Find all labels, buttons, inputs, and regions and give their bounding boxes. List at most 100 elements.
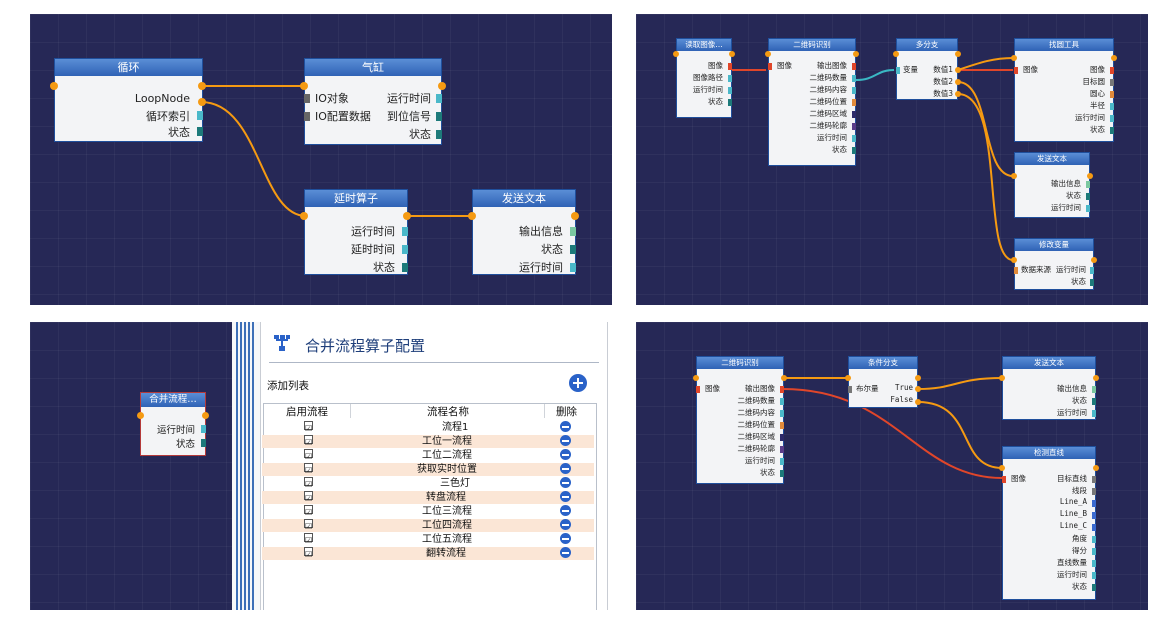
port-gray[interactable] — [848, 386, 852, 393]
port-blue[interactable] — [1092, 512, 1096, 519]
delete-button[interactable] — [560, 547, 571, 558]
port-out[interactable] — [198, 82, 206, 90]
port-purple[interactable] — [852, 123, 856, 130]
port-in[interactable] — [999, 465, 1005, 471]
port-dark[interactable] — [402, 263, 408, 272]
port-out[interactable] — [781, 375, 787, 381]
node-cylinder[interactable]: 气缸 IO对象 运行时间 IO配置数据 到位信号 状态 — [304, 58, 442, 145]
port-out[interactable] — [1111, 55, 1117, 61]
port-dark[interactable] — [780, 470, 784, 477]
port-in[interactable] — [300, 82, 308, 90]
enable-checkbox[interactable]: ☑ — [304, 547, 313, 559]
port-out[interactable] — [955, 51, 961, 57]
port-dark[interactable] — [1110, 127, 1114, 134]
port-red[interactable] — [852, 63, 856, 70]
port-out[interactable] — [1093, 375, 1099, 381]
delete-button[interactable] — [560, 519, 571, 530]
node-qr-recognition[interactable]: 二维码识别 图像 输出图像 二维码数量 二维码内容 二维码位置 二维码区域 二维码… — [768, 38, 856, 166]
port-dark[interactable] — [852, 147, 856, 154]
port-teal[interactable] — [852, 87, 856, 94]
port-out[interactable] — [438, 82, 446, 90]
node-find-circle[interactable]: 找圆工具 图像 图像 目标圆 圆心 半径 运行时间 状态 — [1014, 38, 1114, 142]
port-teal[interactable] — [780, 458, 784, 465]
port-teal[interactable] — [728, 87, 732, 94]
port-dark[interactable] — [436, 112, 442, 121]
port-blue[interactable] — [1092, 500, 1096, 507]
enable-checkbox[interactable]: ☑ — [304, 505, 313, 517]
port-green[interactable] — [570, 227, 576, 236]
port-dark[interactable] — [1092, 398, 1096, 405]
port-out[interactable] — [1093, 465, 1099, 471]
table-row[interactable]: ☑ 翻转流程 — [262, 547, 594, 560]
port-teal[interactable] — [1110, 115, 1114, 122]
node-send-text[interactable]: 发送文本 输出信息 状态 运行时间 — [472, 189, 576, 275]
port-teal[interactable] — [1092, 572, 1096, 579]
port-out[interactable] — [915, 386, 921, 392]
port-in[interactable] — [1011, 257, 1017, 263]
node-modify-variable[interactable]: 修改变量 数据来源 运行时间 状态 — [1014, 238, 1094, 290]
port-in[interactable] — [999, 375, 1005, 381]
port-orange[interactable] — [1014, 267, 1018, 274]
port-out[interactable] — [955, 91, 961, 97]
table-row[interactable]: ☑ 三色灯 — [262, 477, 594, 490]
port-dark[interactable] — [436, 130, 442, 139]
node-delay[interactable]: 延时算子 运行时间 延时时间 状态 — [304, 189, 408, 275]
port-teal[interactable] — [1110, 103, 1114, 110]
port-out[interactable] — [729, 51, 735, 57]
port-teal[interactable] — [201, 425, 206, 433]
enable-checkbox[interactable]: ☑ — [304, 477, 313, 489]
port-dark[interactable] — [728, 99, 732, 106]
flow-canvas-1[interactable]: 循环 LoopNode 循环索引 状态 气缸 IO对象 运行时间 IO配置数据 … — [30, 14, 612, 305]
port-in[interactable] — [693, 375, 699, 381]
port-gray[interactable] — [1092, 488, 1096, 495]
port-teal[interactable] — [436, 94, 442, 103]
port-dark[interactable] — [201, 439, 206, 447]
delete-button[interactable] — [560, 449, 571, 460]
port-teal[interactable] — [1092, 410, 1096, 417]
port-out[interactable] — [955, 79, 961, 85]
port-out[interactable] — [915, 375, 921, 381]
port-in[interactable] — [468, 212, 476, 220]
port-out[interactable] — [198, 98, 206, 106]
port-purple[interactable] — [780, 446, 784, 453]
enable-checkbox[interactable]: ☑ — [304, 449, 313, 461]
delete-button[interactable] — [560, 491, 571, 502]
port-in[interactable] — [765, 51, 771, 57]
port-red[interactable] — [696, 386, 700, 393]
panel-splitter[interactable] — [232, 322, 260, 610]
table-row[interactable]: ☑ 工位二流程 — [262, 449, 594, 462]
delete-button[interactable] — [560, 505, 571, 516]
enable-checkbox[interactable]: ☑ — [304, 463, 313, 475]
port-dark[interactable] — [1086, 193, 1090, 200]
port-dark[interactable] — [1090, 279, 1094, 286]
port-gray[interactable] — [304, 94, 310, 103]
port-teal[interactable] — [197, 111, 203, 120]
delete-button[interactable] — [560, 533, 571, 544]
port-dark[interactable] — [1092, 584, 1096, 591]
node-read-image[interactable]: 读取图像… 图像 图像路径 运行时间 状态 — [676, 38, 732, 118]
table-row[interactable]: ☑ 流程1 — [262, 421, 594, 434]
delete-button[interactable] — [560, 435, 571, 446]
port-teal[interactable] — [1092, 560, 1096, 567]
port-out[interactable] — [853, 51, 859, 57]
delete-button[interactable] — [560, 463, 571, 474]
port-gray[interactable] — [1092, 476, 1096, 483]
port-teal[interactable] — [780, 398, 784, 405]
port-teal[interactable] — [402, 227, 408, 236]
port-red[interactable] — [1014, 67, 1018, 74]
port-teal[interactable] — [1092, 548, 1096, 555]
port-gray[interactable] — [1110, 79, 1114, 86]
port-gray[interactable] — [304, 112, 310, 121]
port-out[interactable] — [1087, 173, 1093, 179]
table-row[interactable]: ☑ 工位五流程 — [262, 533, 594, 546]
node-send-text[interactable]: 发送文本 输出信息 状态 运行时间 — [1002, 356, 1096, 420]
table-row[interactable]: ☑ 工位一流程 — [262, 435, 594, 448]
node-qr-recognition[interactable]: 二维码识别 图像 输出图像 二维码数量 二维码内容 二维码位置 二维码区域 二维码… — [696, 356, 784, 484]
table-row[interactable]: ☑ 转盘流程 — [262, 491, 594, 504]
port-in[interactable] — [893, 51, 899, 57]
port-red[interactable] — [1110, 67, 1114, 74]
port-dark[interactable] — [570, 245, 576, 254]
enable-checkbox[interactable]: ☑ — [304, 491, 313, 503]
port-teal[interactable] — [1090, 267, 1094, 274]
port-teal[interactable] — [1086, 205, 1090, 212]
